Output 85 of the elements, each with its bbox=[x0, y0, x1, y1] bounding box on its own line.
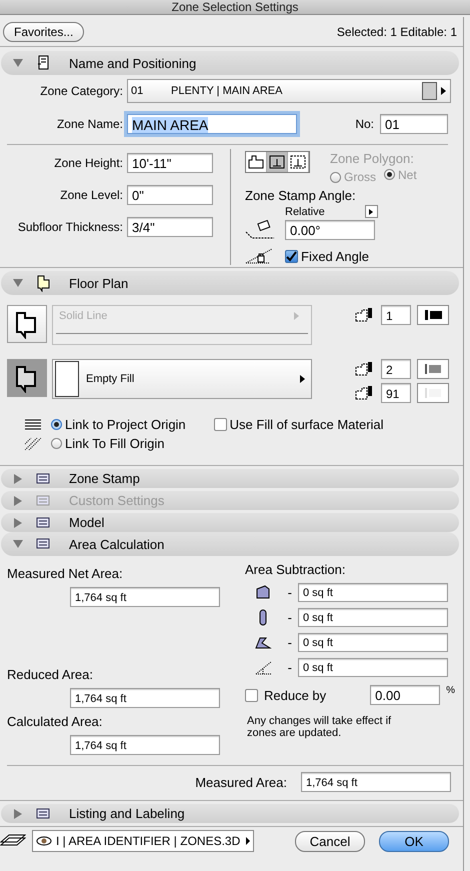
fixed-angle-checkbox[interactable]: Fixed Angle bbox=[285, 248, 369, 264]
layer-dropdown[interactable]: I | AREA IDENTIFIER | ZONES.3D bbox=[32, 830, 254, 852]
input-field[interactable]: 1,764 sq ft bbox=[70, 735, 220, 755]
disclosure-triangle-icon[interactable] bbox=[13, 518, 23, 528]
section-header[interactable]: Floor Plan bbox=[1, 271, 459, 295]
pen-icon bbox=[355, 361, 375, 377]
pattern-icon bbox=[25, 418, 41, 430]
dialog-button[interactable]: OK bbox=[379, 830, 449, 852]
fill-button[interactable] bbox=[7, 359, 47, 397]
pen-weight-swatch[interactable] bbox=[417, 305, 449, 325]
zone-category-dropdown[interactable]: 01 PLENTY | MAIN AREA bbox=[127, 79, 451, 103]
favorites-button[interactable]: Favorites... bbox=[3, 22, 84, 42]
field-label: Calculated Area: bbox=[7, 714, 104, 729]
polygon-tool-button[interactable] bbox=[288, 152, 309, 172]
section-header[interactable]: Area Calculation bbox=[1, 532, 459, 556]
angle-icon bbox=[245, 220, 275, 240]
input-field[interactable]: 3/4" bbox=[127, 217, 213, 237]
subtraction-icon bbox=[255, 584, 272, 601]
unit-label: % bbox=[446, 685, 456, 696]
input-field[interactable]: 0.00° bbox=[285, 220, 375, 240]
note-text: Any changes will take effect if zones are updated. bbox=[247, 715, 392, 739]
field-label: Zone Height: bbox=[53, 156, 124, 170]
input-field[interactable]: 1,764 sq ft bbox=[70, 587, 220, 607]
checkmark-icon bbox=[286, 250, 297, 262]
checkbox[interactable]: Use Fill of surface Material bbox=[214, 417, 384, 432]
minus-sign: - bbox=[286, 660, 292, 675]
section-header[interactable]: Model bbox=[1, 513, 459, 532]
radio-button[interactable] bbox=[51, 438, 62, 449]
input-field[interactable]: 0 sq ft bbox=[298, 583, 448, 602]
pattern-icon bbox=[25, 438, 41, 450]
radio-button[interactable] bbox=[51, 419, 62, 430]
pen-icon bbox=[355, 307, 375, 323]
pen-color-swatch[interactable] bbox=[417, 359, 449, 379]
input-field[interactable]: MAIN AREA bbox=[127, 114, 297, 134]
field-label: Reduced Area: bbox=[7, 667, 94, 682]
input-field[interactable]: 0 sq ft bbox=[298, 633, 448, 652]
group-label: Zone Polygon: bbox=[330, 151, 415, 166]
minus-sign: - bbox=[286, 610, 292, 625]
input-field[interactable]: 1,764 sq ft bbox=[70, 688, 220, 708]
input-field[interactable]: 2 bbox=[381, 359, 411, 379]
section-icon bbox=[35, 54, 51, 72]
disclosure-triangle-icon[interactable] bbox=[13, 278, 23, 288]
radio-label[interactable]: Link to Project Origin bbox=[65, 417, 186, 432]
fill-type-dropdown[interactable]: Empty Fill bbox=[52, 359, 312, 399]
mode-menu-button[interactable] bbox=[364, 205, 378, 218]
section-header[interactable]: Listing and Labeling bbox=[1, 804, 459, 823]
disclosure-triangle-icon[interactable] bbox=[13, 539, 23, 549]
input-field[interactable]: 0 sq ft bbox=[298, 608, 448, 627]
subtraction-icon bbox=[255, 659, 272, 676]
input-field[interactable]: 0.00 bbox=[370, 685, 440, 705]
field-label: Zone Category: bbox=[39, 84, 124, 98]
input-field[interactable]: 0 sq ft bbox=[298, 658, 448, 677]
field-label: Zone Level: bbox=[59, 188, 124, 202]
window-title: Zone Selection Settings bbox=[0, 0, 470, 15]
reduce-by-checkbox[interactable]: Reduce by bbox=[245, 688, 326, 702]
field-label: Zone Name: bbox=[56, 117, 124, 131]
eye-icon bbox=[36, 836, 52, 846]
dialog-button[interactable]: Cancel bbox=[295, 830, 365, 852]
field-label: No: bbox=[355, 117, 374, 131]
polygon-tool-button[interactable] bbox=[246, 152, 267, 172]
group-label: Area Subtraction: bbox=[245, 562, 346, 577]
selection-info: Selected: 1 Editable: 1 bbox=[336, 24, 457, 38]
minus-sign: - bbox=[286, 585, 292, 600]
pen-icon bbox=[355, 385, 375, 401]
mode-label: Relative bbox=[285, 206, 325, 218]
input-field[interactable]: 1,764 sq ft bbox=[301, 772, 451, 792]
section-icon bbox=[35, 274, 51, 292]
input-field[interactable]: 10'-11" bbox=[127, 153, 213, 173]
input-field[interactable]: 01 bbox=[380, 114, 448, 134]
line-button[interactable] bbox=[7, 305, 47, 343]
section-header[interactable]: Zone Stamp bbox=[1, 469, 459, 488]
disclosure-triangle-icon[interactable] bbox=[13, 808, 23, 818]
field-label: Subfloor Thickness: bbox=[16, 220, 124, 234]
minus-sign: - bbox=[286, 635, 292, 650]
pen-color-swatch[interactable] bbox=[417, 383, 449, 403]
polygon-tool-button[interactable] bbox=[267, 152, 288, 172]
section-header[interactable]: Name and Positioning bbox=[1, 51, 459, 75]
input-field[interactable]: 0" bbox=[127, 185, 213, 205]
radio-label[interactable]: Link To Fill Origin bbox=[65, 436, 164, 451]
input-field[interactable]: 91 bbox=[381, 383, 411, 403]
field-label: Measured Area: bbox=[195, 774, 287, 790]
group-label: Zone Stamp Angle: bbox=[245, 188, 357, 203]
disclosure-triangle-icon[interactable] bbox=[13, 58, 23, 68]
disclosure-triangle-icon[interactable] bbox=[13, 474, 23, 484]
field-label: Measured Net Area: bbox=[7, 566, 124, 581]
